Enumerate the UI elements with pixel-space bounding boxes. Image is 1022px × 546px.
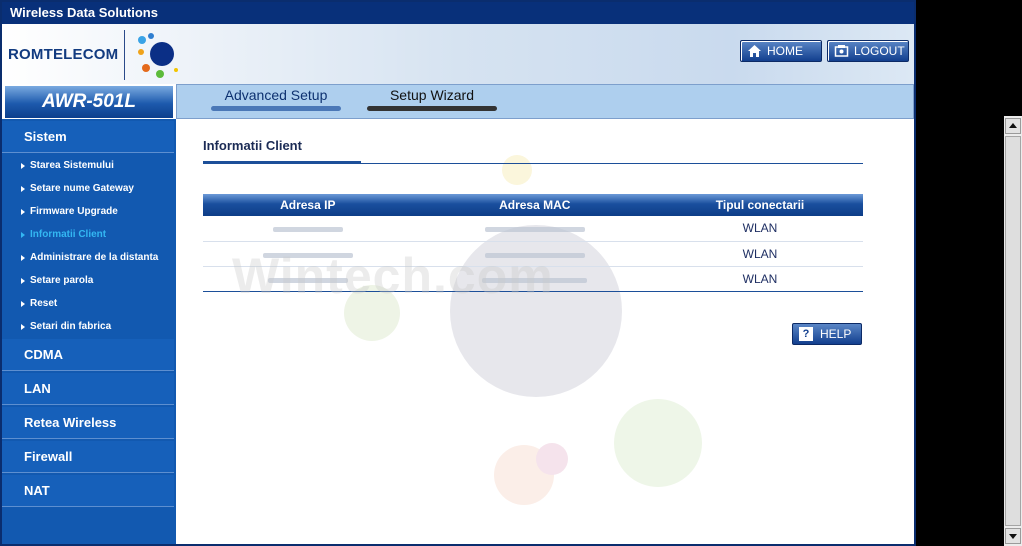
logout-button[interactable]: LOGOUT [827,40,909,62]
tab-underline [211,106,341,111]
sidebar-section-cdma[interactable]: CDMA [2,339,174,371]
tab-bar: Advanced Setup Setup Wizard [176,84,914,119]
help-button-label: HELP [820,327,852,341]
type-cell: WLAN [657,266,863,292]
sidebar-item-reset[interactable]: Reset [2,293,174,315]
column-header-ip: Adresa IP [203,194,413,216]
tab-setup-wizard[interactable]: Setup Wizard [367,85,497,111]
window-title: Wireless Data Solutions [2,2,914,24]
header-banner: ROMTELECOM HOME LOGOUT [2,24,914,84]
model-name: AWR-501L [4,85,174,119]
brand-logo-icon [138,33,178,78]
logo-divider [124,30,125,80]
table-header-row: Adresa IP Adresa MAC Tipul conectarii [203,194,863,216]
logout-button-label: LOGOUT [854,44,905,58]
scroll-down-icon[interactable] [1005,528,1021,544]
scrollbar-thumb[interactable] [1005,136,1021,526]
decor-circle [536,443,568,475]
sidebar-item-informatii-client[interactable]: Informatii Client [2,224,174,246]
sidebar-item-setari-fabrica[interactable]: Setari din fabrica [2,316,174,338]
decor-circle [502,155,532,185]
home-icon [748,45,761,57]
column-header-mac: Adresa MAC [412,194,658,216]
logout-icon [834,45,849,57]
sidebar-item-setare-nume-gateway[interactable]: Setare nume Gateway [2,178,174,200]
vertical-scrollbar[interactable] [1004,116,1022,546]
ip-cell [203,216,413,242]
column-header-type: Tipul conectarii [657,194,863,216]
title-underline [203,161,361,164]
sidebar-section-firewall[interactable]: Firewall [2,441,174,473]
sidebar-section-retea-wireless[interactable]: Retea Wireless [2,407,174,439]
tab-advanced-setup-label: Advanced Setup [224,87,328,103]
help-icon: ? [799,327,813,341]
router-window: Wireless Data Solutions ROMTELECOM HOME [0,0,916,546]
sidebar-section-sistem[interactable]: Sistem [2,121,174,153]
mac-cell [412,216,658,242]
tab-advanced-setup[interactable]: Advanced Setup [211,85,341,111]
decor-circle [614,399,702,487]
watermark-text: Wintech.com [232,248,554,304]
home-button-label: HOME [767,44,803,58]
redacted-mac [484,227,585,233]
sidebar-item-starea-sistemului[interactable]: Starea Sistemului [2,155,174,177]
sidebar-section-lan[interactable]: LAN [2,373,174,405]
tab-setup-wizard-label: Setup Wizard [389,87,475,103]
scroll-up-icon[interactable] [1005,118,1021,134]
brand-logo-text: ROMTELECOM [8,46,119,63]
page-title: Informatii Client [203,138,302,153]
type-cell: WLAN [657,241,863,267]
sidebar-item-firmware-upgrade[interactable]: Firmware Upgrade [2,201,174,223]
sidebar-section-nat[interactable]: NAT [2,475,174,507]
type-cell: WLAN [657,216,863,242]
redacted-ip [272,227,343,233]
table-row: WLAN [203,216,863,242]
sidebar-item-administrare-distanta[interactable]: Administrare de la distanta [2,247,174,269]
home-button[interactable]: HOME [740,40,822,62]
main-content: Informatii Client Adresa IP Adresa MAC T… [176,119,914,544]
sidebar: Sistem Starea Sistemului Setare nume Gat… [2,119,176,544]
tab-underline [367,106,497,111]
sidebar-item-setare-parola[interactable]: Setare parola [2,270,174,292]
help-button[interactable]: ? HELP [792,323,862,345]
